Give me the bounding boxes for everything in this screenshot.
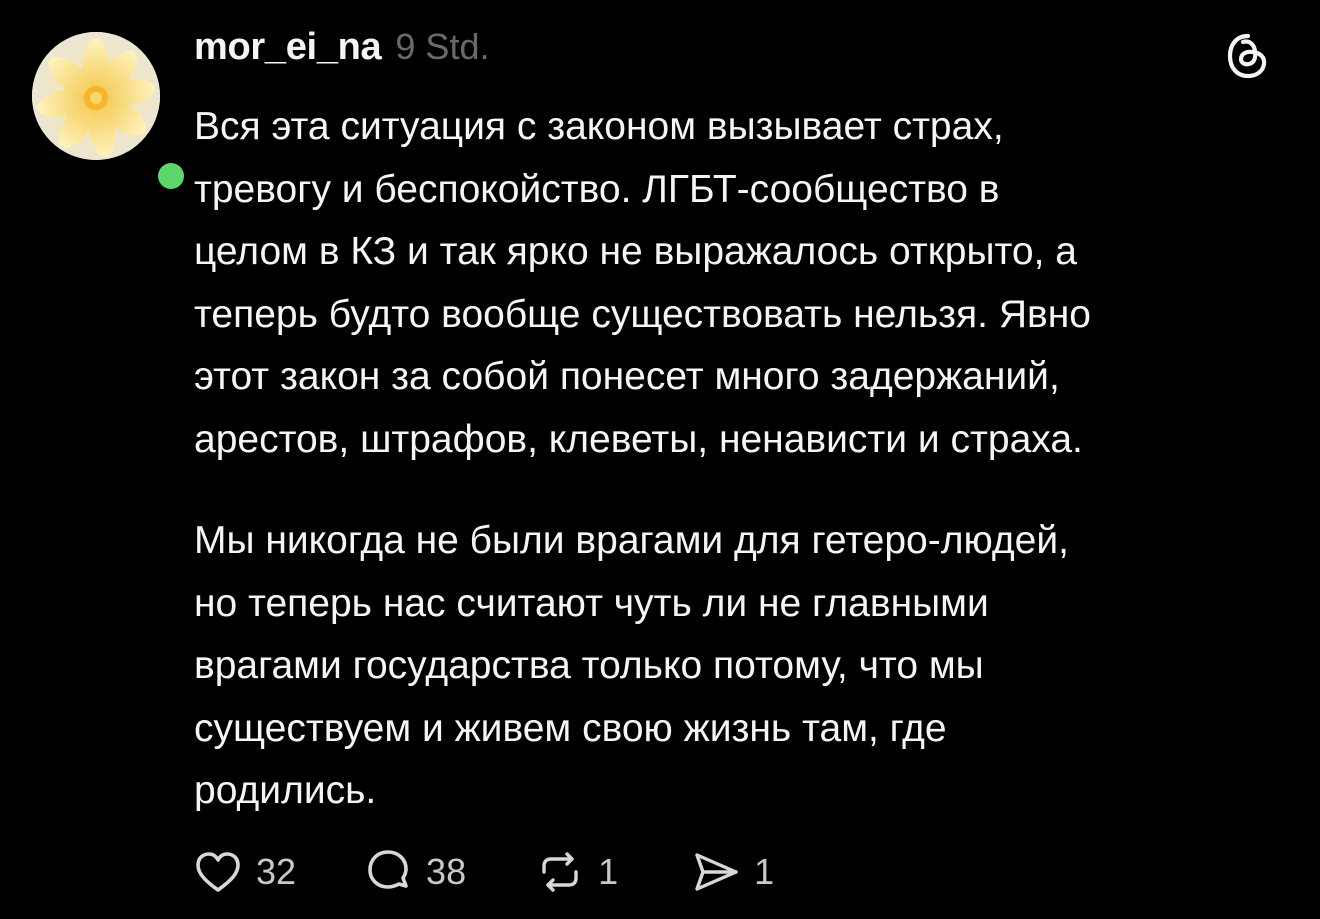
flower-avatar-image: [32, 32, 160, 160]
post-body: Вся эта ситуация с законом вызывает стра…: [194, 96, 1284, 823]
share-button[interactable]: 1: [690, 846, 774, 898]
like-count: 32: [256, 851, 297, 892]
post-header: mor_ei_na 9 Std.: [194, 26, 489, 80]
thread-post: mor_ei_na 9 Std. Вся эта ситуация с зако…: [0, 0, 1320, 919]
post-timestamp[interactable]: 9 Std.: [395, 26, 489, 68]
like-button[interactable]: 32: [192, 846, 296, 898]
username-link[interactable]: mor_ei_na: [194, 26, 382, 69]
reply-count: 38: [426, 851, 467, 892]
repost-arrows-icon: [542, 852, 578, 892]
post-actions-bar: 32 38 1 1: [192, 840, 774, 904]
share-count: 1: [754, 851, 775, 892]
repost-count: 1: [598, 851, 619, 892]
online-status-dot: [152, 157, 190, 195]
post-paragraph-1: Вся эта ситуация с законом вызывает стра…: [194, 105, 1091, 461]
avatar-container[interactable]: [32, 32, 190, 195]
post-paragraph-2: Мы никогда не были врагами для гетеро-лю…: [194, 519, 1069, 812]
online-indicator: [158, 163, 184, 189]
speech-bubble-icon: [368, 850, 408, 889]
repost-button[interactable]: 1: [534, 846, 618, 898]
threads-logo-icon[interactable]: [1222, 30, 1274, 82]
reply-button[interactable]: 38: [362, 846, 466, 898]
send-arrow-icon: [695, 853, 738, 891]
avatar[interactable]: [32, 32, 160, 160]
heart-icon: [196, 852, 240, 892]
